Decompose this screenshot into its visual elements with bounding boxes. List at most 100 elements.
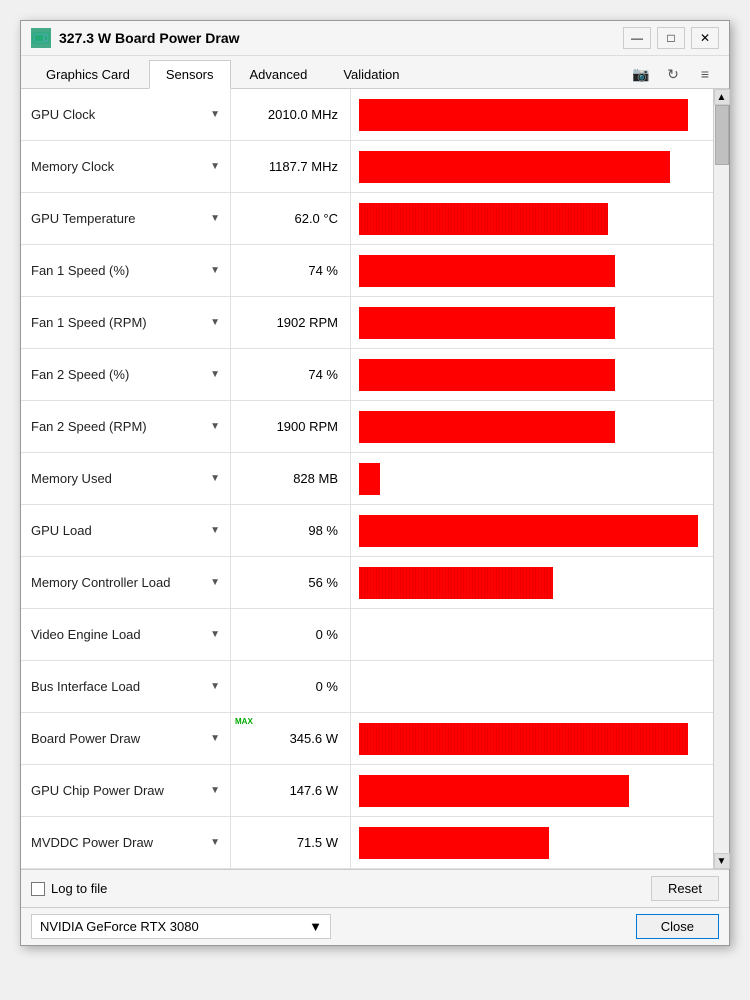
tab-sensors[interactable]: Sensors: [149, 60, 231, 89]
sensor-row[interactable]: Fan 1 Speed (RPM)▼1902 RPM: [21, 297, 713, 349]
refresh-icon[interactable]: ↻: [661, 62, 685, 86]
title-bar-controls: — □ ✕: [623, 27, 719, 49]
sensor-bar-track: [359, 671, 705, 703]
dropdown-arrow-icon[interactable]: ▼: [210, 629, 220, 640]
sensor-label: Fan 2 Speed (RPM): [31, 419, 147, 434]
main-window: 327.3 W Board Power Draw — □ ✕ Graphics …: [20, 20, 730, 946]
sensor-value-cell: 74 %: [231, 349, 351, 400]
dropdown-arrow-icon[interactable]: ▼: [210, 837, 220, 848]
dropdown-arrow-icon[interactable]: ▼: [210, 317, 220, 328]
close-button[interactable]: Close: [636, 914, 719, 939]
sensor-bar-track: [359, 723, 705, 755]
tab-icon-area: 📷 ↻ ≡: [629, 62, 721, 86]
sensor-bar-track: [359, 567, 705, 599]
sensor-bar-fill: [359, 567, 553, 599]
scroll-up-arrow[interactable]: ▲: [714, 89, 730, 105]
sensor-name-cell: Fan 1 Speed (%) ▼: [21, 245, 231, 296]
sensor-name-cell: GPU Clock▼: [21, 89, 231, 140]
sensor-row[interactable]: MVDDC Power Draw ▼ 71.5 W: [21, 817, 713, 869]
sensor-bar-fill: [359, 99, 688, 131]
sensor-name-cell: GPU Load ▼: [21, 505, 231, 556]
sensor-row[interactable]: Fan 2 Speed (RPM)▼1900 RPM: [21, 401, 713, 453]
sensor-name-cell: GPU Temperature▼: [21, 193, 231, 244]
sensor-bar-container: [351, 401, 713, 452]
log-to-file-label: Log to file: [51, 881, 107, 896]
max-badge: MAX: [235, 717, 253, 726]
sensor-label: Memory Used: [31, 471, 112, 486]
sensor-row[interactable]: Video Engine Load▼0 %: [21, 609, 713, 661]
log-to-file-checkbox[interactable]: [31, 882, 45, 896]
sensor-row[interactable]: Memory Clock▼ 1187.7 MHz: [21, 141, 713, 193]
sensor-bar-track: [359, 827, 705, 859]
camera-icon[interactable]: 📷: [629, 62, 653, 86]
minimize-button[interactable]: —: [623, 27, 651, 49]
sensor-label: MVDDC Power Draw: [31, 835, 153, 850]
dropdown-arrow-icon[interactable]: ▼: [210, 473, 220, 484]
sensor-value-cell: MAX 345.6 W: [231, 713, 351, 764]
sensor-row[interactable]: Memory Used▼828 MB: [21, 453, 713, 505]
scroll-down-arrow[interactable]: ▼: [714, 853, 730, 869]
dropdown-arrow-icon[interactable]: ▼: [210, 213, 220, 224]
dropdown-arrow-icon[interactable]: ▼: [210, 733, 220, 744]
dropdown-arrow-icon[interactable]: ▼: [210, 369, 220, 380]
gpu-select-arrow: ▼: [309, 919, 322, 934]
dropdown-arrow-icon[interactable]: ▼: [210, 577, 220, 588]
dropdown-arrow-icon[interactable]: ▼: [210, 421, 220, 432]
sensor-bar-container: [351, 141, 713, 192]
maximize-button[interactable]: □: [657, 27, 685, 49]
sensor-row[interactable]: GPU Clock▼2010.0 MHz: [21, 89, 713, 141]
dropdown-arrow-icon[interactable]: ▼: [210, 525, 220, 536]
reset-button[interactable]: Reset: [651, 876, 719, 901]
sensor-value-text: 1187.7 MHz: [269, 159, 338, 174]
sensor-row[interactable]: Bus Interface Load▼0 %: [21, 661, 713, 713]
dropdown-arrow-icon[interactable]: ▼: [210, 109, 220, 120]
sensor-label: GPU Chip Power Draw: [31, 783, 164, 798]
menu-icon[interactable]: ≡: [693, 62, 717, 86]
title-bar: 327.3 W Board Power Draw — □ ✕: [21, 21, 729, 56]
sensor-row[interactable]: GPU Temperature▼62.0 °C: [21, 193, 713, 245]
sensor-label: Fan 2 Speed (%): [31, 367, 129, 382]
sensor-row[interactable]: Memory Controller Load▼56 %: [21, 557, 713, 609]
sensor-bar-fill: [359, 151, 670, 183]
sensor-bar-track: [359, 515, 705, 547]
tab-validation[interactable]: Validation: [326, 60, 416, 88]
sensor-bar-fill: [359, 827, 549, 859]
tabs: Graphics Card Sensors Advanced Validatio…: [29, 60, 418, 88]
dropdown-arrow-icon[interactable]: ▼: [210, 161, 220, 172]
sensor-row[interactable]: Board Power Draw▼MAX345.6 W: [21, 713, 713, 765]
sensor-name-cell: MVDDC Power Draw ▼: [21, 817, 231, 868]
sensor-name-cell: Memory Clock▼: [21, 141, 231, 192]
dropdown-arrow-icon[interactable]: ▼: [210, 785, 220, 796]
sensor-bar-container: [351, 661, 713, 712]
sensor-label: Fan 1 Speed (%): [31, 263, 129, 278]
sensor-list: GPU Clock▼2010.0 MHzMemory Clock▼ 1187.7 …: [21, 89, 713, 869]
scroll-thumb[interactable]: [715, 105, 729, 165]
sensor-bar-fill: [359, 515, 698, 547]
sensor-value-cell: 71.5 W: [231, 817, 351, 868]
sensor-bar-container: [351, 297, 713, 348]
sensor-label: Fan 1 Speed (RPM): [31, 315, 147, 330]
sensor-value-text: 147.6 W: [290, 783, 338, 798]
footer: NVIDIA GeForce RTX 3080 ▼ Close: [21, 907, 729, 945]
sensor-value-text: 345.6 W: [290, 731, 338, 746]
sensor-row[interactable]: Fan 1 Speed (%) ▼ 74 %: [21, 245, 713, 297]
sensor-name-cell: Memory Used ▼: [21, 453, 231, 504]
sensor-row[interactable]: GPU Chip Power Draw ▼ 147.6 W: [21, 765, 713, 817]
sensor-row[interactable]: Fan 2 Speed (%) ▼ 74 %: [21, 349, 713, 401]
gpu-selector[interactable]: NVIDIA GeForce RTX 3080 ▼: [31, 914, 331, 939]
sensor-row[interactable]: GPU Load▼98 %: [21, 505, 713, 557]
scrollbar[interactable]: ▲ ▼: [713, 89, 729, 869]
sensor-bar-fill: [359, 203, 608, 235]
tab-advanced[interactable]: Advanced: [233, 60, 325, 88]
sensor-value-text: 71.5 W: [297, 835, 338, 850]
sensor-label: GPU Load: [31, 523, 92, 538]
sensor-value-text: 74 %: [308, 367, 338, 382]
close-window-button[interactable]: ✕: [691, 27, 719, 49]
sensor-value-cell: 74 %: [231, 245, 351, 296]
scroll-track[interactable]: [715, 105, 729, 853]
tab-graphics-card[interactable]: Graphics Card: [29, 60, 147, 88]
dropdown-arrow-icon[interactable]: ▼: [210, 265, 220, 276]
sensor-value-text: 0 %: [316, 627, 338, 642]
sensor-bar-container: [351, 349, 713, 400]
dropdown-arrow-icon[interactable]: ▼: [210, 681, 220, 692]
